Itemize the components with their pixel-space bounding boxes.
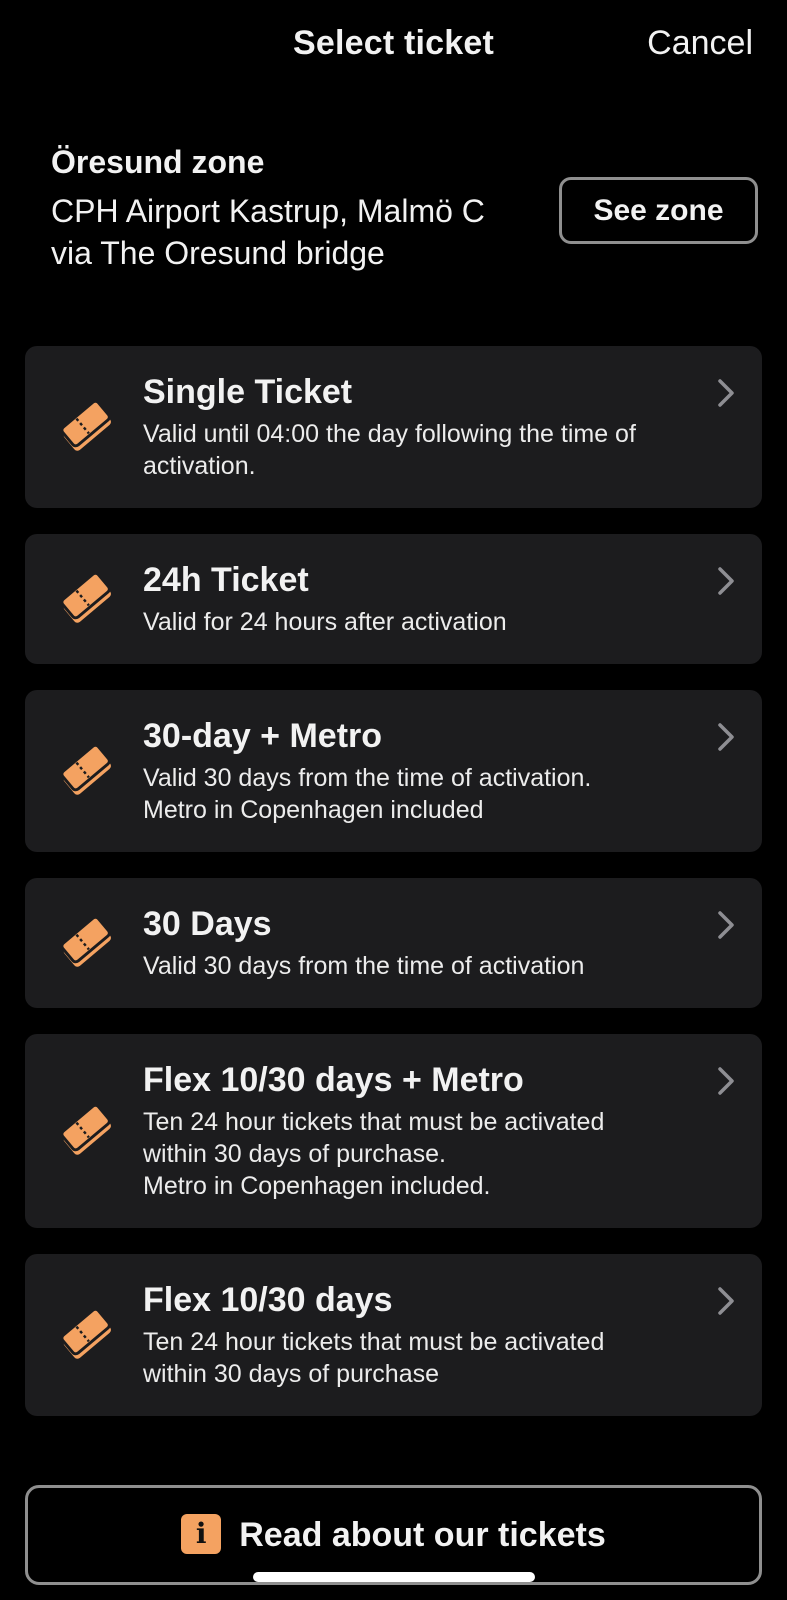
zone-description: CPH Airport Kastrup, Malmö C via The Ore… — [51, 193, 485, 271]
ticket-title: Flex 10/30 days — [143, 1281, 393, 1319]
ticket-item-30-days[interactable]: 30 Days Valid 30 days from the time of a… — [25, 878, 762, 1008]
ticket-item-24h[interactable]: 24h Ticket Valid for 24 hours after acti… — [25, 534, 762, 664]
chevron-right-icon — [718, 1067, 734, 1095]
ticket-icon — [60, 915, 111, 967]
read-about-label: Read about our tickets — [239, 1515, 606, 1554]
read-about-tickets-button[interactable]: i Read about our tickets — [25, 1485, 762, 1585]
ticket-item-single[interactable]: Single Ticket Valid until 04:00 the day … — [25, 346, 762, 508]
ticket-title: Single Ticket — [143, 373, 353, 411]
ticket-item-flex-metro[interactable]: Flex 10/30 days + Metro Ten 24 hour tick… — [25, 1034, 762, 1228]
ticket-title: 24h Ticket — [143, 561, 309, 599]
chevron-right-icon — [718, 723, 734, 751]
ticket-item-30-day-metro[interactable]: 30-day + Metro Valid 30 days from the ti… — [25, 690, 762, 852]
see-zone-button[interactable]: See zone — [559, 177, 758, 244]
cancel-button[interactable]: Cancel — [647, 24, 753, 63]
ticket-description: Valid 30 days from the time of activatio… — [143, 764, 592, 824]
chevron-right-icon — [718, 567, 734, 595]
home-indicator — [253, 1572, 535, 1582]
ticket-description: Ten 24 hour tickets that must be activat… — [143, 1328, 605, 1388]
navigation-bar: Select ticket Cancel — [0, 0, 787, 96]
ticket-icon — [60, 1103, 111, 1155]
ticket-icon — [60, 743, 111, 795]
ticket-icon — [60, 399, 111, 451]
ticket-icon — [60, 571, 111, 623]
info-icon: i — [181, 1514, 222, 1554]
zone-title: Öresund zone — [51, 144, 265, 180]
ticket-title: 30 Days — [143, 905, 272, 943]
info-icon-glyph: i — [195, 1517, 207, 1550]
ticket-list: Single Ticket Valid until 04:00 the day … — [25, 346, 762, 1442]
ticket-item-flex[interactable]: Flex 10/30 days Ten 24 hour tickets that… — [25, 1254, 762, 1416]
ticket-title: Flex 10/30 days + Metro — [143, 1061, 524, 1099]
zone-header: Öresund zone CPH Airport Kastrup, Malmö … — [51, 142, 551, 274]
chevron-right-icon — [718, 1287, 734, 1315]
ticket-icon — [60, 1307, 111, 1359]
ticket-description: Valid 30 days from the time of activatio… — [143, 952, 585, 980]
ticket-description: Ten 24 hour tickets that must be activat… — [143, 1108, 605, 1200]
chevron-right-icon — [718, 379, 734, 407]
ticket-description: Valid for 24 hours after activation — [143, 608, 507, 636]
ticket-title: 30-day + Metro — [143, 717, 383, 755]
ticket-description: Valid until 04:00 the day following the … — [143, 420, 636, 480]
chevron-right-icon — [718, 911, 734, 939]
